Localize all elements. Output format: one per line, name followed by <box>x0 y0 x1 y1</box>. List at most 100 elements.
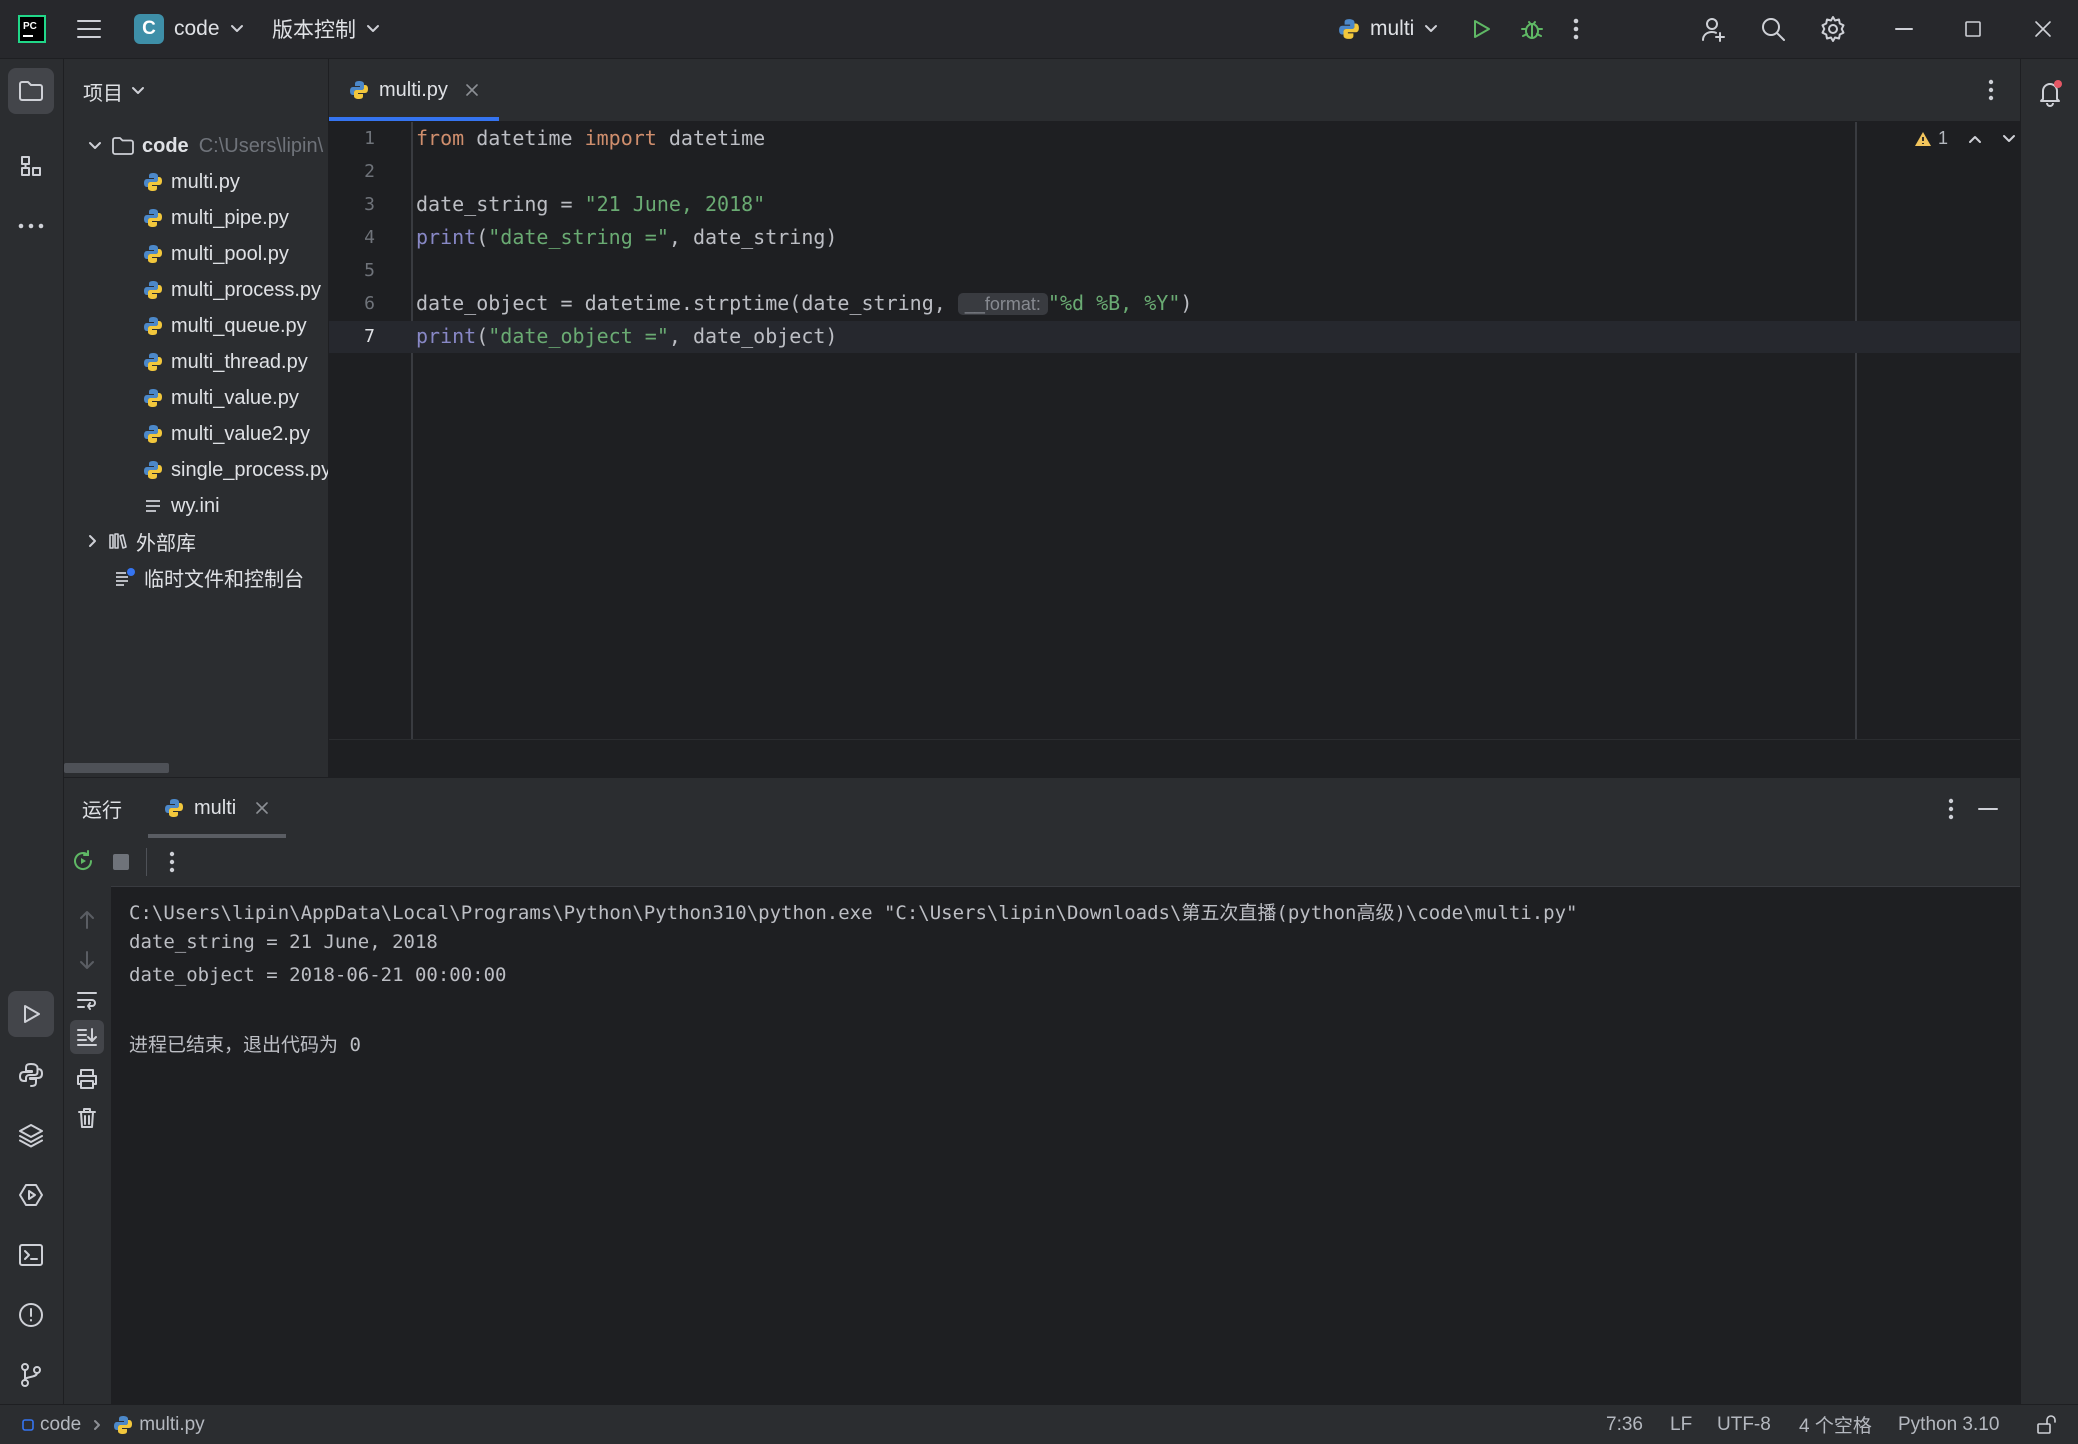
inspection-widget[interactable]: 1 <box>1914 128 2016 149</box>
structure-tool-button[interactable] <box>8 143 54 189</box>
bug-icon <box>1520 17 1544 41</box>
line-number: 1 <box>364 128 375 149</box>
caret-position[interactable]: 7:36 <box>1606 1405 1643 1444</box>
project-panel: 项目 code C:\Users\lipin\ multi.py multi_pi… <box>64 59 328 777</box>
tree-file-item[interactable]: single_process.py <box>143 452 328 488</box>
arrow-down-icon[interactable] <box>78 950 96 970</box>
run-panel-header: 运行 multi <box>64 778 2020 838</box>
code-line-3[interactable]: date_string = "21 June, 2018" <box>416 192 765 216</box>
search-icon[interactable] <box>1760 0 1786 58</box>
project-switcher[interactable]: C code <box>134 0 244 58</box>
tree-file-label: multi_pool.py <box>171 242 289 265</box>
code-text: ) <box>1180 291 1193 315</box>
close-window-icon[interactable] <box>2034 0 2052 58</box>
tree-file-item[interactable]: multi_process.py <box>143 272 321 308</box>
play-icon <box>1470 18 1492 40</box>
debug-button[interactable] <box>1520 0 1544 58</box>
git-button[interactable] <box>8 1352 54 1398</box>
gutter-divider <box>411 122 413 739</box>
code-text: ( <box>476 225 489 249</box>
tree-file-item[interactable]: multi.py <box>143 164 240 200</box>
chevron-down-icon <box>366 24 380 34</box>
warning-count: 1 <box>1938 128 1949 148</box>
chevron-up-icon[interactable] <box>1968 134 1982 144</box>
editor-tab-multi-py[interactable]: multi.py <box>349 59 478 121</box>
line-separator[interactable]: LF <box>1670 1405 1692 1444</box>
text-file-icon <box>143 496 163 516</box>
maximize-window-icon[interactable] <box>1964 0 1982 58</box>
git-branch-icon <box>19 1362 43 1388</box>
run-toolbar-more-icon[interactable] <box>168 851 176 873</box>
project-panel-header[interactable]: 项目 <box>83 73 145 109</box>
code-line-6[interactable]: date_object = datetime.strptime(date_str… <box>416 291 1192 315</box>
code-line-7[interactable]: print("date_object =", date_object) <box>416 324 837 348</box>
terminal-button[interactable] <box>8 1232 54 1278</box>
hide-panel-icon[interactable] <box>1978 807 1998 811</box>
active-tab-indicator <box>329 117 499 121</box>
vcs-menu[interactable]: 版本控制 <box>272 0 380 58</box>
horizontal-scrollbar[interactable] <box>64 763 169 773</box>
keyword: import <box>584 126 657 150</box>
warning-circle-icon <box>18 1302 44 1328</box>
tree-root-code[interactable]: code C:\Users\lipin\ <box>88 128 323 164</box>
soft-wrap-icon[interactable] <box>76 990 98 1010</box>
ellipsis-icon <box>18 223 44 229</box>
tree-file-item[interactable]: multi_pool.py <box>143 236 289 272</box>
line-number-current: 7 <box>364 326 375 347</box>
file-encoding[interactable]: UTF-8 <box>1717 1405 1771 1444</box>
minimize-window-icon[interactable] <box>1894 0 1914 58</box>
run-panel-more-icon[interactable] <box>1947 798 1955 820</box>
trash-icon[interactable] <box>77 1107 97 1129</box>
unlock-icon[interactable] <box>2036 1405 2056 1444</box>
python-file-icon <box>143 352 163 372</box>
tree-external-libraries[interactable]: 外部库 <box>88 523 196 559</box>
breadcrumb-file[interactable]: multi.py <box>139 1414 204 1436</box>
indent-setting[interactable]: 4 个空格 <box>1799 1405 1872 1444</box>
tree-file-item[interactable]: multi_value2.py <box>143 416 310 452</box>
project-tool-button[interactable] <box>8 68 54 114</box>
code-text: date_string = <box>416 192 585 216</box>
project-name: code <box>174 17 220 40</box>
editor-tabs-more-icon[interactable] <box>1987 79 1995 101</box>
run-tab-multi[interactable]: multi <box>164 778 269 838</box>
rerun-icon[interactable] <box>70 848 96 874</box>
close-tab-icon[interactable] <box>256 802 269 814</box>
more-actions-icon[interactable] <box>1572 0 1580 58</box>
tree-file-item[interactable]: wy.ini <box>143 488 220 524</box>
stop-icon[interactable] <box>113 854 129 870</box>
add-user-icon[interactable] <box>1700 0 1728 58</box>
main-menu-icon[interactable] <box>76 0 102 58</box>
code-line-1[interactable]: from datetime import datetime <box>416 126 765 150</box>
close-tab-icon[interactable] <box>466 84 478 96</box>
project-panel-title: 项目 <box>83 82 123 105</box>
breadcrumb-project[interactable]: code <box>40 1414 81 1436</box>
gear-icon[interactable] <box>1819 0 1847 58</box>
run-config-selector[interactable]: multi <box>1338 0 1438 58</box>
scroll-to-end-button[interactable] <box>70 1020 104 1054</box>
breadcrumb: code multi.py <box>22 1405 205 1444</box>
chevron-down-icon[interactable] <box>2002 134 2016 144</box>
line-number: 2 <box>364 161 375 182</box>
notifications-button[interactable] <box>2027 70 2073 116</box>
python-console-button[interactable] <box>8 1052 54 1098</box>
code-text: , date_string) <box>668 225 838 249</box>
tree-scratches[interactable]: 临时文件和控制台 <box>114 559 304 595</box>
problems-button[interactable] <box>8 1292 54 1338</box>
more-tools-button[interactable] <box>8 203 54 249</box>
arrow-up-icon[interactable] <box>78 910 96 930</box>
tree-file-item[interactable]: multi_queue.py <box>143 308 307 344</box>
services-button[interactable] <box>8 1172 54 1218</box>
code-line-4[interactable]: print("date_string =", date_string) <box>416 225 837 249</box>
services-icon <box>18 1182 44 1208</box>
string-literal: "date_object =" <box>488 324 669 348</box>
pycharm-logo-icon[interactable]: PC <box>18 0 46 58</box>
run-button[interactable] <box>1470 0 1492 58</box>
tree-file-item[interactable]: multi_pipe.py <box>143 200 289 236</box>
tree-file-item[interactable]: multi_thread.py <box>143 344 308 380</box>
python-interpreter[interactable]: Python 3.10 <box>1898 1405 1999 1444</box>
print-icon[interactable] <box>76 1068 98 1090</box>
python-packages-button[interactable] <box>8 1112 54 1158</box>
run-tool-button[interactable] <box>8 991 54 1037</box>
tree-file-item[interactable]: multi_value.py <box>143 380 299 416</box>
chevron-right-icon <box>93 1419 101 1431</box>
